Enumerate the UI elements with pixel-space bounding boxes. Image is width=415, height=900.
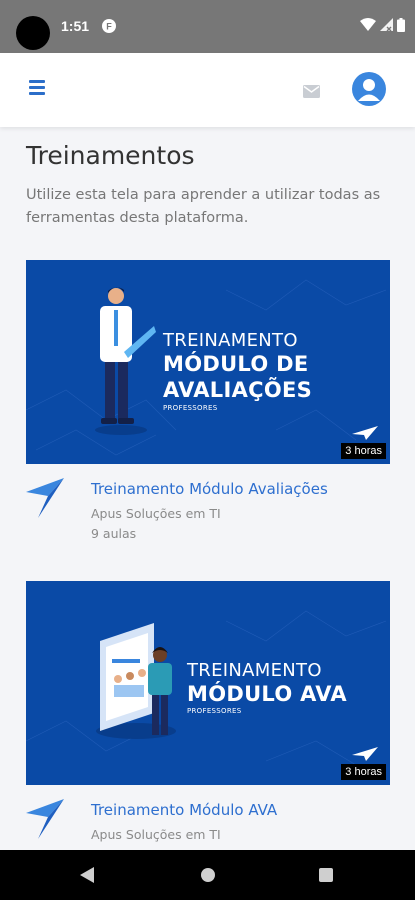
system-nav-bar <box>0 850 415 900</box>
home-icon[interactable] <box>201 868 215 882</box>
battery-icon <box>397 17 405 36</box>
main-content: Treinamentos Utilize esta tela para apre… <box>0 127 415 850</box>
user-avatar-icon[interactable] <box>352 72 386 106</box>
back-icon[interactable] <box>80 867 94 883</box>
banner-audience: PROFESSORES <box>163 404 218 412</box>
course-author: Apus Soluções em TI <box>91 506 221 521</box>
course-author: Apus Soluções em TI <box>91 827 221 842</box>
apus-logo-icon <box>26 478 64 518</box>
wifi-icon <box>360 17 376 36</box>
banner-line1: TREINAMENTO <box>163 330 298 351</box>
duration-badge: 3 horas <box>341 764 386 780</box>
course-banner[interactable]: TREINAMENTO MÓDULO DE AVALIAÇÕES PROFESS… <box>26 260 390 464</box>
banner-line1: TREINAMENTO <box>187 660 322 681</box>
course-info: Treinamento Módulo AVA Apus Soluções em … <box>26 785 390 850</box>
paper-plane-icon <box>352 747 378 761</box>
course-title-link[interactable]: Treinamento Módulo Avaliações <box>91 480 328 498</box>
menu-icon[interactable] <box>29 80 47 96</box>
course-card: TREINAMENTO MÓDULO AVA PROFESSORES 3 hor… <box>26 581 390 850</box>
course-card: TREINAMENTO MÓDULO DE AVALIAÇÕES PROFESS… <box>26 260 390 544</box>
recents-icon[interactable] <box>319 868 333 882</box>
page-subtitle: Utilize esta tela para aprender a utiliz… <box>26 187 381 226</box>
banner-line3: AVALIAÇÕES <box>163 378 313 402</box>
duration-badge: 3 horas <box>341 443 386 459</box>
course-lessons: 9 aulas <box>91 526 137 541</box>
app-notification-icon: F <box>102 18 116 37</box>
apus-logo-icon <box>26 799 64 839</box>
camera-cutout <box>16 16 50 50</box>
status-bar: 1:51 F <box>0 0 415 53</box>
status-time: 1:51 <box>61 18 90 34</box>
mail-icon[interactable] <box>303 83 320 102</box>
banner-audience: PROFESSORES <box>187 707 242 715</box>
course-banner[interactable]: TREINAMENTO MÓDULO AVA PROFESSORES 3 hor… <box>26 581 390 785</box>
signal-icon <box>380 17 393 36</box>
app-header <box>0 53 415 127</box>
banner-line2: MÓDULO AVA <box>187 682 347 706</box>
svg-text:F: F <box>106 22 112 32</box>
course-info: Treinamento Módulo Avaliações Apus Soluç… <box>26 464 390 544</box>
page-title: Treinamentos <box>26 141 195 170</box>
banner-line2: MÓDULO DE <box>163 352 309 376</box>
course-title-link[interactable]: Treinamento Módulo AVA <box>91 801 277 819</box>
paper-plane-icon <box>352 426 378 440</box>
